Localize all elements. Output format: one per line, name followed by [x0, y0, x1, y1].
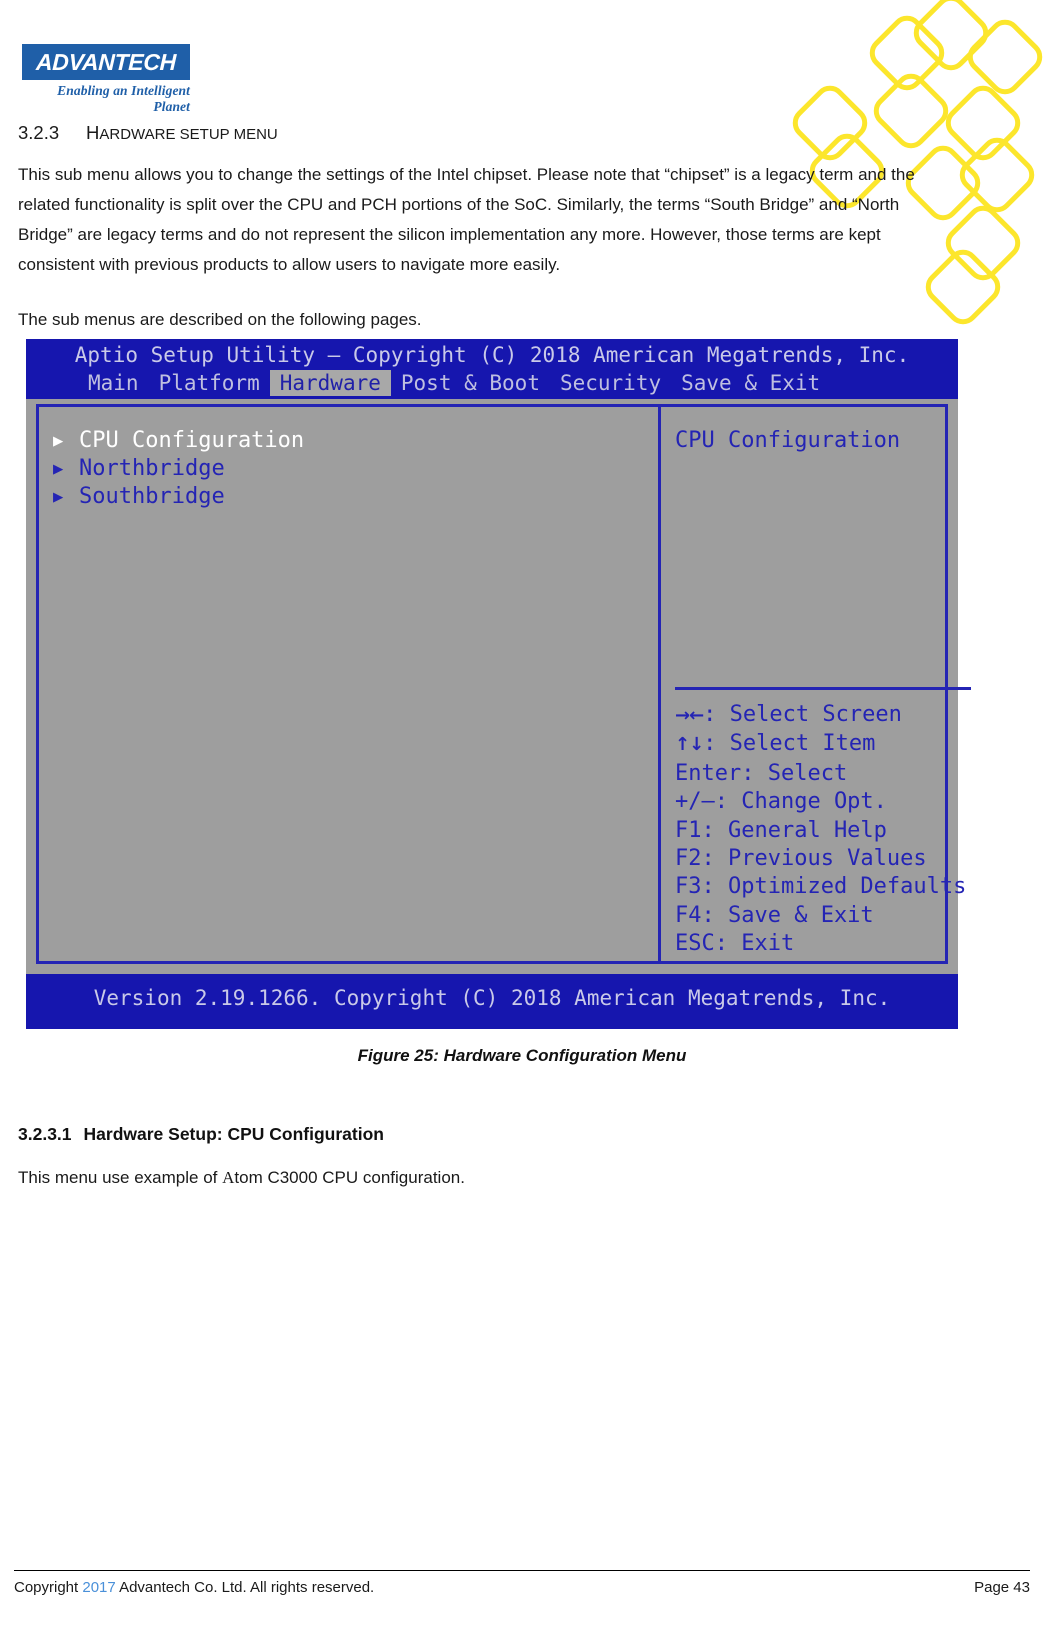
bios-menu-list: ▶ CPU Configuration ▶ Northbridge ▶ Sout… [53, 427, 643, 511]
bios-menu-item-label: Northbridge [79, 456, 225, 481]
help-key-text: : Select Screen [703, 702, 902, 727]
bios-tab-save-and-exit[interactable]: Save & Exit [671, 370, 830, 396]
bios-body: ▶ CPU Configuration ▶ Northbridge ▶ Sout… [26, 399, 971, 974]
intro-paragraph: This sub menu allows you to change the s… [18, 165, 915, 274]
footer-copyright-pre: Copyright [14, 1579, 83, 1596]
bios-version-bar: Version 2.19.1266. Copyright (C) 2018 Am… [26, 974, 958, 1029]
help-key-enter: Enter: Select [675, 760, 848, 786]
section-title-part1: ARDWARE [99, 126, 176, 143]
submenu-note-paragraph: The sub menus are described on the follo… [18, 310, 422, 329]
section-number: 3.2.3 [18, 122, 60, 143]
decorative-square [953, 131, 1041, 219]
bios-title: Aptio Setup Utility – Copyright (C) 2018… [74, 343, 910, 367]
footer-year: 2017 [82, 1579, 116, 1596]
bios-content-frame: ▶ CPU Configuration ▶ Northbridge ▶ Sout… [36, 404, 971, 964]
subsection-heading: 3.2.3.1 Hardware Setup: CPU Configuration [18, 1124, 384, 1145]
decorative-square [939, 199, 1027, 287]
bios-menu-item-label: Southbridge [79, 484, 225, 509]
help-key-f2-previous-values: F2: Previous Values [675, 846, 927, 872]
bios-tab-security[interactable]: Security [550, 370, 671, 396]
footer-copyright: Copyright 2017 Advantech Co. Ltd. All ri… [14, 1579, 374, 1596]
bios-help-separator [675, 687, 971, 690]
subsection-paragraph-pre: This menu use example of [18, 1168, 223, 1187]
bios-menu-item-northbridge[interactable]: ▶ Northbridge [53, 455, 643, 483]
section-title-part2: SETUP MENU [179, 126, 278, 143]
subsection-paragraph: This menu use example of Atom C3000 CPU … [18, 1163, 465, 1193]
bios-menu-item-southbridge[interactable]: ▶ Southbridge [53, 483, 643, 511]
decorative-square [939, 79, 1027, 167]
help-key-select-item: ↑↓: Select Item [675, 730, 933, 759]
section-title-initial: H [86, 122, 100, 143]
logo-tagline: Enabling an Intelligent Planet [57, 83, 190, 114]
bios-help-panel: CPU Configuration →←: Select Screen ↑↓: … [675, 427, 971, 959]
bios-menu-item-cpu-configuration[interactable]: ▶ CPU Configuration [53, 427, 643, 455]
bios-tab-main[interactable]: Main [78, 370, 149, 396]
bios-tab-post-and-boot[interactable]: Post & Boot [391, 370, 550, 396]
arrow-left-right-icon: →← [675, 705, 704, 726]
decorative-square [863, 9, 951, 97]
subsection-paragraph-serif-a: A [222, 1168, 235, 1187]
submenu-arrow-icon: ▶ [53, 487, 64, 507]
help-key-f4-save-and-exit: F4: Save & Exit [675, 902, 874, 928]
bios-menu-item-label: CPU Configuration [79, 428, 305, 453]
bios-screenshot: Aptio Setup Utility – Copyright (C) 2018… [26, 339, 971, 1029]
logo-box: ADVANTECH [22, 44, 190, 80]
subsection-paragraph-post: tom C3000 CPU configuration. [234, 1168, 465, 1187]
bios-tab-hardware[interactable]: Hardware [269, 370, 391, 396]
bios-help-keys: →←: Select Screen ↑↓: Select Item Enter:… [675, 701, 967, 959]
footer-page-number: Page 43 [974, 1579, 1030, 1596]
help-key-change-opt: +/–: Change Opt. [675, 789, 887, 815]
arrow-up-down-icon: ↑↓ [675, 734, 704, 756]
bios-header: Aptio Setup Utility – Copyright (C) 2018… [26, 339, 958, 399]
help-key-f3-optimized-defaults: F3: Optimized Defaults [675, 874, 967, 900]
footer-copyright-post: Advantech Co. Ltd. All rights reserved. [115, 1579, 375, 1596]
help-key-select-screen: →←: Select Screen [675, 701, 933, 730]
decorative-square [961, 13, 1044, 101]
help-key-esc-exit: ESC: Exit [675, 931, 795, 957]
bios-menu-bar: Main Platform Hardware Post & Boot Secur… [78, 370, 830, 396]
bios-help-title: CPU Configuration [675, 428, 901, 453]
footer-divider [14, 1570, 1030, 1571]
help-key-f1-general-help: F1: General Help [675, 817, 887, 843]
advantech-logo: ADVANTECH Enabling an Intelligent Planet [22, 44, 190, 115]
subsection-number: 3.2.3.1 [18, 1124, 72, 1144]
logo-wordmark: ADVANTECH [35, 48, 177, 75]
decorative-square [867, 67, 955, 155]
bios-tab-platform[interactable]: Platform [149, 370, 270, 396]
submenu-arrow-icon: ▶ [53, 459, 64, 479]
decorative-square [907, 0, 995, 77]
bios-panel-divider [658, 407, 661, 961]
subsection-title: Hardware Setup: CPU Configuration [83, 1124, 384, 1144]
decorative-square [786, 79, 874, 167]
figure-caption: Figure 25: Hardware Configuration Menu [357, 1046, 687, 1065]
help-key-text: : Select Item [703, 731, 876, 757]
section-heading: 3.2.3 HARDWARE SETUP MENU [18, 122, 278, 144]
submenu-arrow-icon: ▶ [53, 431, 64, 451]
